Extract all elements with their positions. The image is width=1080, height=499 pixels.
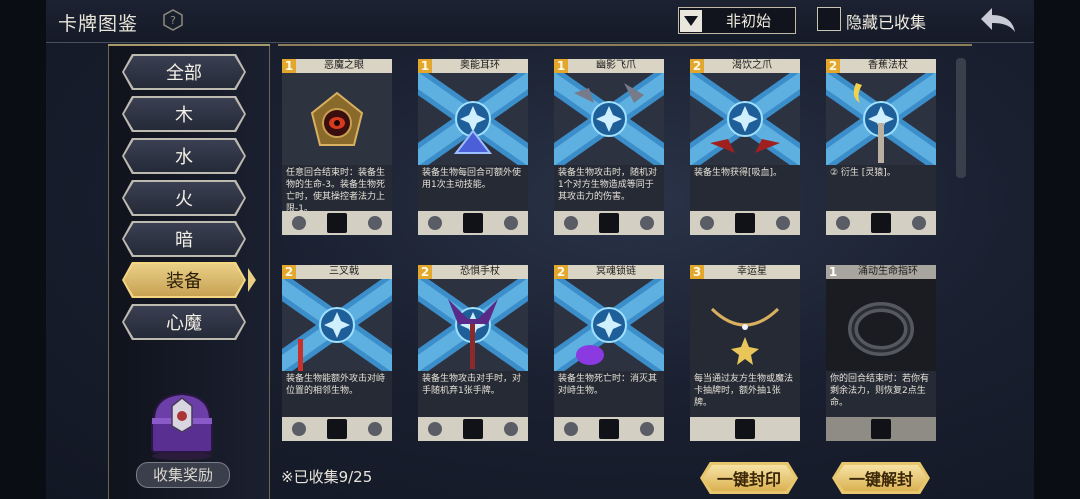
svg-text:?: ? [170, 14, 176, 27]
card-description: 装备生物攻击对手时，对手随机弃1张手牌。 [418, 371, 528, 417]
shadow-claw-art [554, 73, 664, 165]
category-water[interactable]: 水 [122, 138, 246, 174]
panel-top-border [108, 44, 270, 52]
card-slot-bar [418, 211, 528, 235]
category-dark[interactable]: 暗 [122, 221, 246, 257]
card-name: 奥能耳环 [460, 60, 500, 71]
card-description: 装备生物攻击时，随机对1个对方生物造成等同于其攻击力的伤害。 [554, 165, 664, 211]
card-name: 幸运星 [737, 266, 767, 277]
card-slot-bar [554, 211, 664, 235]
card-cost: 1 [828, 265, 838, 279]
life-ring-art [826, 279, 936, 371]
card-fear-staff[interactable]: 2 恐惧手杖 装备生物攻击对手时，对手随机弃1张手牌。 [418, 265, 528, 443]
lucky-star-art [690, 279, 800, 371]
card-cost: 1 [554, 59, 568, 73]
hide-collected-checkbox[interactable] [817, 7, 841, 31]
category-inner-demon[interactable]: 心魔 [122, 304, 246, 340]
card-name: 涌动生命指环 [858, 266, 918, 277]
fear-staff-art [418, 279, 528, 371]
card-name: 渴饮之爪 [732, 60, 772, 71]
card-slot-bar [554, 417, 664, 441]
card-thirst-claw[interactable]: 2 渴饮之爪 装备生物获得[吸血]。 [690, 59, 800, 237]
card-trident[interactable]: 2 三叉戟 装备生物能额外攻击对峙位置的相邻生物。 [282, 265, 392, 443]
filter-value: 非初始 [725, 12, 771, 30]
card-cost: 3 [690, 265, 704, 279]
card-banana-staff[interactable]: 2 香蕉法杖 ② 衍生 [灵猿]。 [826, 59, 936, 237]
demon-eye-art [282, 73, 392, 165]
hide-collected-label[interactable]: 隐藏已收集 [846, 9, 926, 33]
card-name: 恐惧手杖 [460, 266, 500, 277]
treasure-chest-icon[interactable] [140, 386, 224, 460]
card-slot-bar [690, 211, 800, 235]
card-slot-bar [690, 417, 800, 441]
card-lucky-star[interactable]: 3 幸运星 每当通过友方生物或魔法卡抽牌时，额外抽1张牌。 [690, 265, 800, 443]
active-category-pointer [248, 268, 256, 292]
card-name: 香蕉法杖 [868, 60, 908, 71]
collection-reward-button[interactable]: 收集奖励 [136, 462, 230, 488]
card-slot-bar [282, 417, 392, 441]
card-cost: 2 [554, 265, 568, 279]
card-description: 装备生物获得[吸血]。 [690, 165, 800, 211]
card-name: 冥魂锁链 [596, 266, 636, 277]
page-title: 卡牌图鉴 [58, 13, 139, 35]
card-name: 三叉戟 [329, 266, 359, 277]
card-slot-bar [826, 417, 936, 441]
card-slot-bar [826, 211, 936, 235]
filter-dropdown[interactable]: 非初始 [678, 7, 796, 34]
card-description: 每当通过友方生物或魔法卡抽牌时，额外抽1张牌。 [690, 371, 800, 417]
card-description: ② 衍生 [灵猿]。 [826, 165, 936, 211]
card-description: 装备生物能额外攻击对峙位置的相邻生物。 [282, 371, 392, 417]
card-description: 装备生物每回合可额外使用1次主动技能。 [418, 165, 528, 211]
card-cost: 1 [418, 59, 432, 73]
card-description: 你的回合结束时：若你有剩余法力，则恢复2点生命。 [826, 371, 936, 417]
card-shadow-claw[interactable]: 1 幽影飞爪 装备生物攻击时，随机对1个对方生物造成等同于其攻击力的伤害。 [554, 59, 664, 237]
card-cost: 2 [826, 59, 840, 73]
card-description: 装备生物死亡时：消灭其对峙生物。 [554, 371, 664, 417]
category-wood[interactable]: 木 [122, 96, 246, 132]
help-icon[interactable]: ? [162, 9, 184, 31]
card-cost: 2 [418, 265, 432, 279]
card-surging-life-ring[interactable]: 1 涌动生命指环 你的回合结束时：若你有剩余法力，则恢复2点生命。 [826, 265, 936, 443]
card-slot-bar [282, 211, 392, 235]
collected-count: ※已收集9/25 [281, 468, 373, 486]
scrollbar[interactable] [956, 58, 966, 178]
unseal-all-button[interactable]: 一键解封 [832, 462, 930, 494]
card-name: 恶魔之眼 [324, 60, 364, 71]
card-demon-eye[interactable]: 1 恶魔之眼 任意回合结束时：装备生物的生命-3。装备生物死亡时，使其操控者法力… [282, 59, 392, 237]
dropdown-triangle-icon [680, 9, 702, 32]
category-fire[interactable]: 火 [122, 180, 246, 216]
card-cost: 2 [690, 59, 704, 73]
card-name: 幽影飞爪 [596, 60, 636, 71]
trident-art [282, 279, 392, 371]
card-cost: 1 [282, 59, 296, 73]
thirst-claw-art [690, 73, 800, 165]
soul-chain-art [554, 279, 664, 371]
category-equipment[interactable]: 装备 [122, 262, 246, 298]
card-cost: 2 [282, 265, 296, 279]
card-description: 任意回合结束时：装备生物的生命-3。装备生物死亡时，使其操控者法力上限-1。 [282, 165, 392, 214]
card-slot-bar [418, 417, 528, 441]
category-all[interactable]: 全部 [122, 54, 246, 90]
seal-all-button[interactable]: 一键封印 [700, 462, 798, 494]
back-arrow-icon[interactable] [978, 5, 1018, 35]
arcane-earring-art [418, 73, 528, 165]
banana-staff-art [826, 73, 936, 165]
header-divider [278, 44, 972, 46]
card-soul-chain[interactable]: 2 冥魂锁链 装备生物死亡时：消灭其对峙生物。 [554, 265, 664, 443]
card-arcane-earring[interactable]: 1 奥能耳环 装备生物每回合可额外使用1次主动技能。 [418, 59, 528, 237]
